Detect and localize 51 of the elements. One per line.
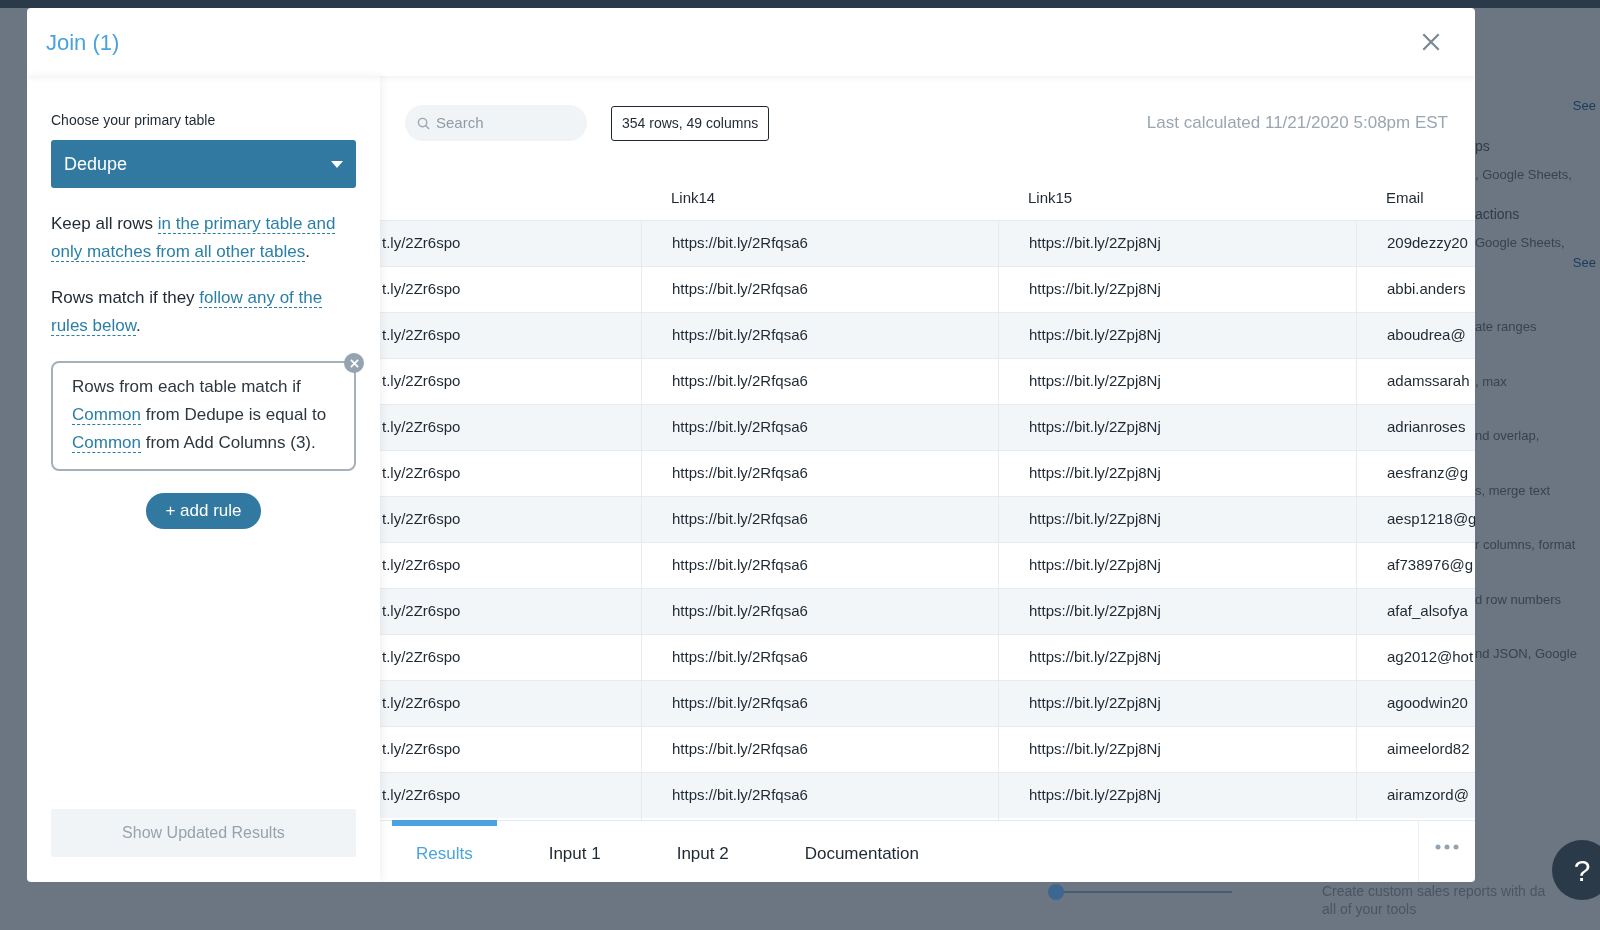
see-all-link[interactable]: See — [1572, 96, 1596, 116]
column-header[interactable]: Email — [1386, 188, 1424, 206]
search-field[interactable]: Search — [405, 105, 587, 141]
section-heading: ps — [1475, 136, 1491, 156]
table-cell: https://bit.ly/2Zpj8Nj — [998, 773, 1356, 818]
column-header[interactable]: Link15 — [1028, 188, 1073, 206]
remove-icon[interactable] — [344, 353, 364, 373]
text-link[interactable]: only matches from all other tables — [51, 242, 306, 262]
search-icon — [417, 116, 430, 130]
table-cell-text: t.ly/2Zr6spo — [381, 463, 462, 484]
section-heading: actions — [1475, 205, 1521, 224]
text-link[interactable]: Common — [72, 433, 141, 453]
primary-table-select[interactable]: Dedupe — [51, 140, 356, 188]
join-description: Keep all rows in the primary table and only matches from all other tables. — [51, 213, 337, 264]
search-input[interactable]: Search — [436, 111, 566, 135]
text-link[interactable]: follow any of the — [199, 288, 323, 308]
table-cell-text: t.ly/2Zr6spo — [381, 325, 462, 346]
rule-text: Rows from each table match if Common from Dedupe is equal to Common from Add Columns (3). — [72, 376, 328, 455]
table-cell-text: t.ly/2Zr6spo — [381, 233, 462, 254]
table-cell-text: t.ly/2Zr6spo — [381, 785, 462, 806]
text-link[interactable]: Common — [72, 405, 141, 425]
dialog-title: Join (1) — [46, 28, 120, 57]
last-calculated-text: Last calculated 11/21/2020 5:08pm EST — [1146, 112, 1448, 135]
caret-icon — [331, 160, 343, 168]
match-description: Rows match if they follow any of the rules below. — [51, 287, 324, 338]
tab[interactable]: Results — [392, 820, 497, 881]
text-link[interactable]: rules below — [51, 316, 137, 336]
help-button[interactable]: ? — [1552, 840, 1600, 900]
table-cell-text: t.ly/2Zr6spo — [381, 279, 462, 300]
table-cell-text: t.ly/2Zr6spo — [381, 509, 462, 530]
tab[interactable]: Documentation — [780, 820, 944, 881]
field-label: Choose your primary table — [51, 111, 217, 130]
table-cell-text: t.ly/2Zr6spo — [381, 555, 462, 576]
table-cell-text: t.ly/2Zr6spo — [381, 417, 462, 438]
table-cell-text: t.ly/2Zr6spo — [381, 647, 462, 668]
table-cell-text: t.ly/2Zr6spo — [381, 601, 462, 622]
table-cell-text: t.ly/2Zr6spo — [381, 371, 462, 392]
add-rule-button[interactable]: + add rule — [146, 493, 261, 529]
table-cell: https://bit.ly/2Rfqsa6 — [641, 773, 998, 818]
close-icon[interactable] — [1420, 31, 1442, 53]
see-all-link[interactable]: See — [1572, 252, 1596, 272]
text-link[interactable]: in the primary table and — [157, 214, 336, 234]
slider-thumb[interactable] — [1048, 884, 1064, 900]
tab[interactable]: Input 1 — [524, 820, 625, 881]
ellipsis-icon — [1435, 843, 1459, 850]
table-cell: airamzord@ — [1356, 773, 1475, 818]
column-header[interactable]: Link14 — [671, 188, 716, 206]
row-count-badge: 354 rows, 49 columns — [611, 105, 770, 141]
table-cell-text: t.ly/2Zr6spo — [381, 739, 462, 760]
table-cell-text: t.ly/2Zr6spo — [381, 693, 462, 714]
tab[interactable]: Input 2 — [652, 820, 753, 881]
